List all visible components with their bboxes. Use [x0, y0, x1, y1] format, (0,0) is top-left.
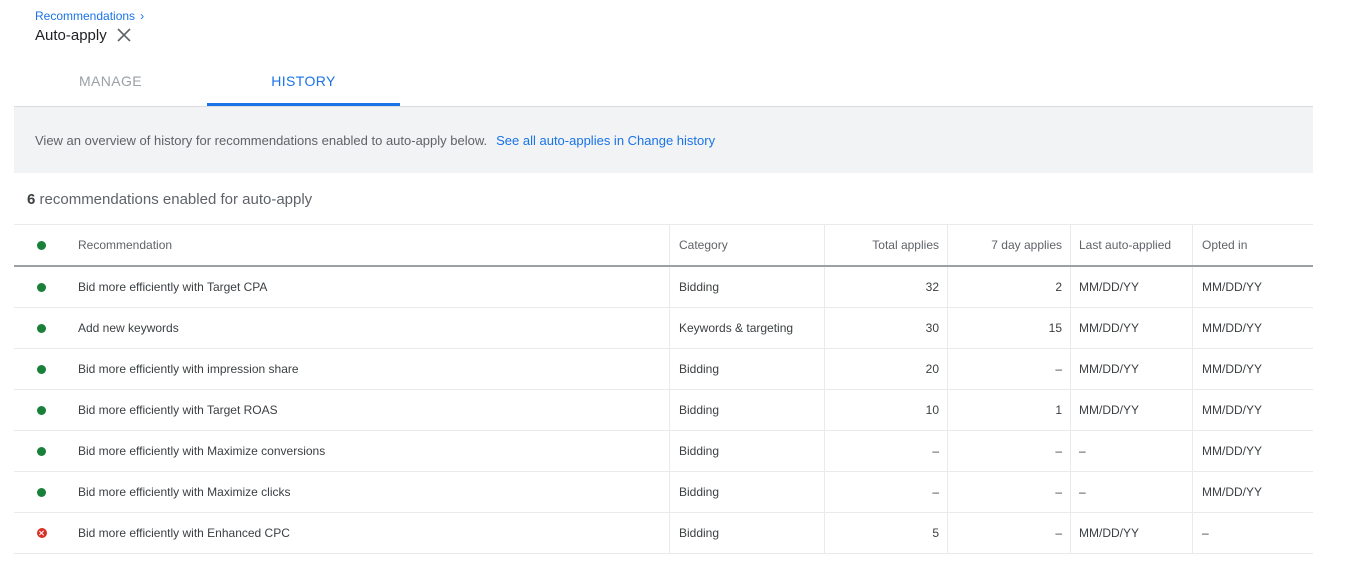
row-total-applies: 32 [824, 267, 947, 307]
status-enabled-icon [37, 323, 46, 333]
row-category: Keywords & targeting [669, 308, 824, 348]
status-error-icon [36, 528, 47, 538]
row-recommendation: Bid more efficiently with Maximize conve… [78, 444, 326, 458]
row-last-auto-applied: MM/DD/YY [1070, 267, 1192, 307]
table-row[interactable]: Bid more efficiently with Target CPA Bid… [14, 267, 1313, 308]
header-7-day-applies[interactable]: 7 day applies [947, 225, 1070, 265]
close-button[interactable] [115, 26, 133, 44]
status-enabled-icon [37, 364, 46, 374]
row-7-day-applies: – [947, 513, 1070, 553]
row-recommendation: Bid more efficiently with impression sha… [78, 362, 299, 376]
change-history-link[interactable]: See all auto-applies in Change history [496, 133, 715, 148]
status-enabled-icon [37, 487, 46, 497]
count-text: recommendations enabled for auto-apply [39, 191, 313, 208]
row-opted-in: MM/DD/YY [1192, 349, 1313, 389]
row-total-applies: – [824, 472, 947, 512]
table-row[interactable]: Bid more efficiently with Target ROAS Bi… [14, 390, 1313, 431]
header-last-auto-applied[interactable]: Last auto-applied [1070, 225, 1192, 265]
row-total-applies: – [824, 431, 947, 471]
row-7-day-applies: 1 [947, 390, 1070, 430]
row-category: Bidding [669, 349, 824, 389]
table-row[interactable]: Bid more efficiently with Enhanced CPC B… [14, 513, 1313, 554]
table-row[interactable]: Bid more efficiently with Maximize conve… [14, 431, 1313, 472]
row-recommendation: Bid more efficiently with Target ROAS [78, 403, 278, 417]
row-category: Bidding [669, 431, 824, 471]
row-7-day-applies: – [947, 431, 1070, 471]
row-last-auto-applied: MM/DD/YY [1070, 349, 1192, 389]
row-7-day-applies: 15 [947, 308, 1070, 348]
page-title: Auto-apply [35, 26, 107, 44]
row-7-day-applies: 2 [947, 267, 1070, 307]
row-7-day-applies: – [947, 349, 1070, 389]
count-number: 6 [27, 191, 36, 208]
tab-bar: MANAGE HISTORY [14, 58, 1313, 108]
status-enabled-icon [37, 282, 46, 292]
info-banner: View an overview of history for recommen… [14, 107, 1313, 173]
row-recommendation: Bid more efficiently with Target CPA [78, 280, 268, 294]
row-last-auto-applied: – [1070, 472, 1192, 512]
row-category: Bidding [669, 472, 824, 512]
chevron-right-icon: › [140, 9, 145, 23]
status-enabled-icon [37, 405, 46, 415]
row-category: Bidding [669, 390, 824, 430]
row-opted-in: MM/DD/YY [1192, 431, 1313, 471]
header-category[interactable]: Category [669, 225, 824, 265]
row-last-auto-applied: – [1070, 431, 1192, 471]
row-7-day-applies: – [947, 472, 1070, 512]
row-category: Bidding [669, 513, 824, 553]
table-header-row: Recommendation Category Total applies 7 … [14, 225, 1313, 267]
row-opted-in: MM/DD/YY [1192, 390, 1313, 430]
row-total-applies: 20 [824, 349, 947, 389]
status-dot-icon [37, 240, 46, 250]
tab-manage[interactable]: MANAGE [14, 58, 207, 104]
table-row[interactable]: Bid more efficiently with impression sha… [14, 349, 1313, 390]
tab-history[interactable]: HISTORY [207, 58, 400, 106]
breadcrumb[interactable]: Recommendations › [35, 9, 144, 23]
row-category: Bidding [669, 267, 824, 307]
row-opted-in: MM/DD/YY [1192, 308, 1313, 348]
status-enabled-icon [37, 446, 46, 456]
row-opted-in: – [1192, 513, 1313, 553]
row-last-auto-applied: MM/DD/YY [1070, 390, 1192, 430]
header-total-applies[interactable]: Total applies [824, 225, 947, 265]
auto-apply-table: Recommendation Category Total applies 7 … [14, 224, 1313, 554]
row-last-auto-applied: MM/DD/YY [1070, 513, 1192, 553]
header-opted-in[interactable]: Opted in [1192, 225, 1313, 265]
row-opted-in: MM/DD/YY [1192, 267, 1313, 307]
row-opted-in: MM/DD/YY [1192, 472, 1313, 512]
breadcrumb-link[interactable]: Recommendations [35, 9, 135, 23]
close-icon [117, 28, 131, 42]
row-total-applies: 5 [824, 513, 947, 553]
header-recommendation[interactable]: Recommendation [67, 225, 669, 265]
row-total-applies: 30 [824, 308, 947, 348]
header-status[interactable] [14, 225, 67, 265]
table-row[interactable]: Add new keywords Keywords & targeting 30… [14, 308, 1313, 349]
row-recommendation: Bid more efficiently with Enhanced CPC [78, 526, 290, 540]
title-row: Auto-apply [35, 26, 133, 44]
row-total-applies: 10 [824, 390, 947, 430]
row-recommendation: Bid more efficiently with Maximize click… [78, 485, 291, 499]
row-last-auto-applied: MM/DD/YY [1070, 308, 1192, 348]
recommendation-count: 6 recommendations enabled for auto-apply [27, 191, 312, 208]
banner-text: View an overview of history for recommen… [35, 132, 488, 148]
row-recommendation: Add new keywords [78, 321, 179, 335]
table-row[interactable]: Bid more efficiently with Maximize click… [14, 472, 1313, 513]
